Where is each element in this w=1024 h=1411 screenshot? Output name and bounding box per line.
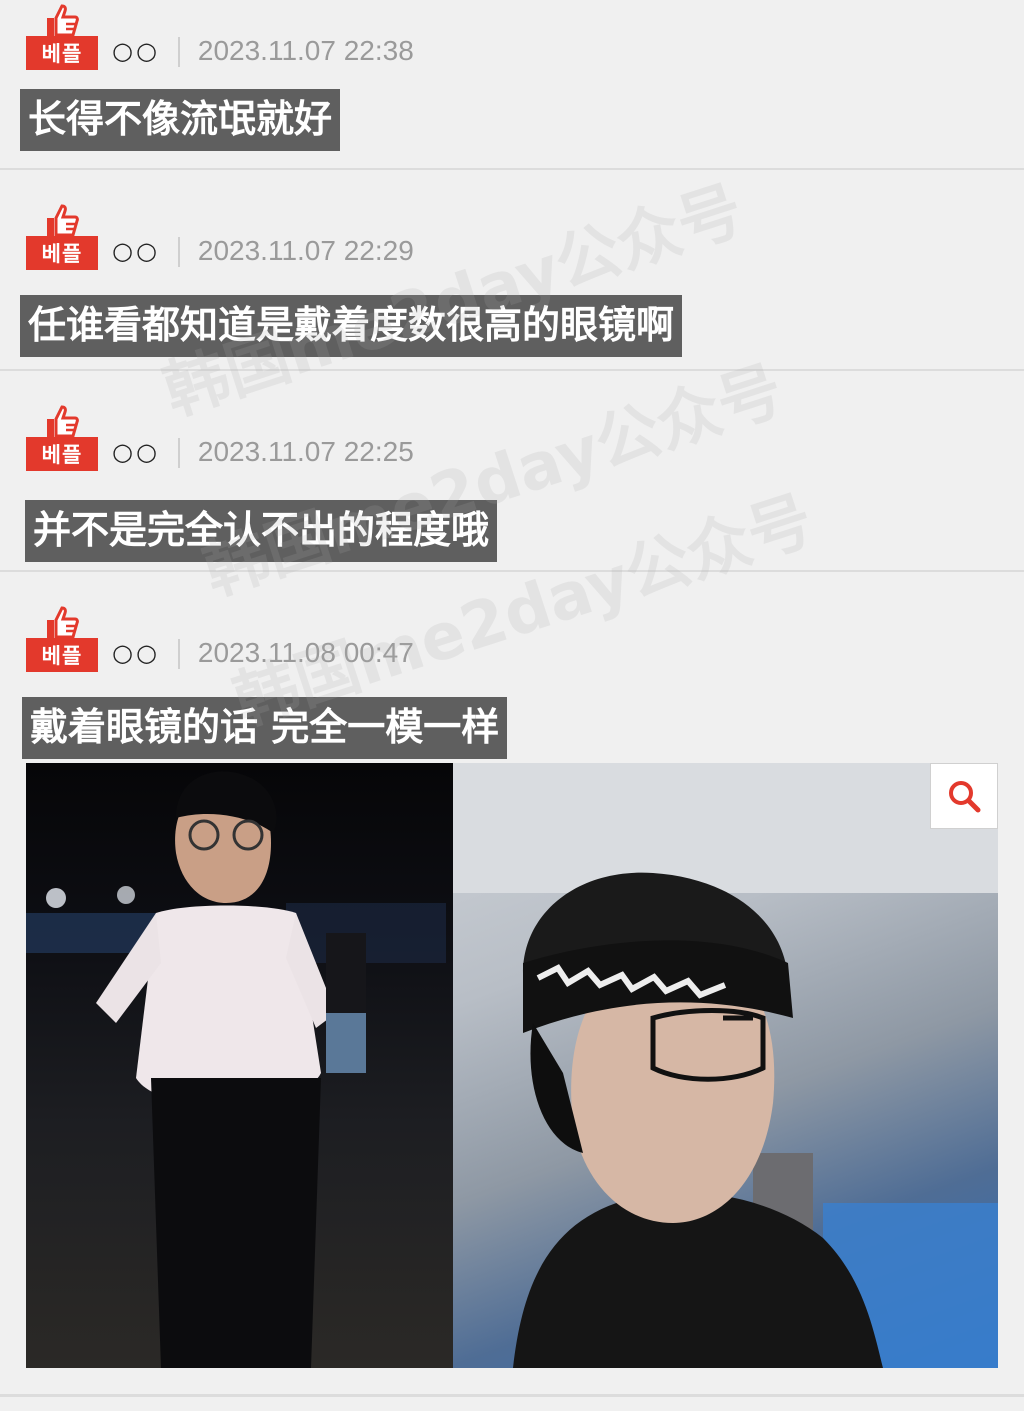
comment-text: 长得不像流氓就好 bbox=[20, 89, 341, 151]
comment-item: 베플 ○○ 2023.11.07 22:25 并不是完全认不出的程度哦 bbox=[0, 371, 1024, 572]
comment-nickname: ○○ bbox=[112, 37, 160, 65]
photo-right-panel bbox=[453, 763, 998, 1368]
comment-meta: 베플 ○○ 2023.11.08 00:47 bbox=[26, 606, 414, 672]
comment-nickname: ○○ bbox=[112, 237, 160, 265]
comment-meta: 베플 ○○ 2023.11.07 22:29 bbox=[26, 204, 414, 270]
comment-item: 베플 ○○ 2023.11.08 00:47 戴着眼镜的话 完全一模一样 bbox=[0, 572, 1024, 1397]
photo-left-panel bbox=[26, 763, 453, 1368]
meta-divider bbox=[177, 37, 180, 67]
comment-timestamp: 2023.11.07 22:38 bbox=[197, 35, 414, 66]
meta-divider bbox=[177, 639, 180, 669]
comment-text: 戴着眼镜的话 完全一模一样 bbox=[22, 697, 508, 759]
comment-item: 베플 ○○ 2023.11.07 22:38 长得不像流氓就好 bbox=[0, 0, 1024, 170]
feed-divider bbox=[0, 1394, 1024, 1397]
comment-item: 베플 ○○ 2023.11.07 22:29 任谁看都知道是戴着度数很高的眼镜啊 bbox=[0, 170, 1024, 371]
meta-divider bbox=[177, 438, 180, 468]
thumbs-up-icon bbox=[47, 405, 79, 438]
zoom-button[interactable] bbox=[930, 763, 998, 829]
best-comment-badge: 베플 bbox=[26, 4, 98, 70]
comment-meta: 베플 ○○ 2023.11.07 22:38 bbox=[26, 4, 414, 70]
person-night-figure bbox=[26, 771, 446, 1368]
best-comment-label: 베플 bbox=[26, 638, 98, 672]
comment-nickname: ○○ bbox=[112, 639, 160, 667]
comment-meta: 베플 ○○ 2023.11.07 22:25 bbox=[26, 405, 414, 471]
comment-text: 任谁看都知道是戴着度数很高的眼镜啊 bbox=[20, 295, 683, 357]
meta-divider bbox=[177, 237, 180, 267]
best-comment-label: 베플 bbox=[26, 36, 98, 70]
comment-timestamp: 2023.11.07 22:29 bbox=[197, 235, 414, 266]
comment-text: 并不是完全认不出的程度哦 bbox=[25, 500, 498, 562]
thumbs-up-icon bbox=[47, 606, 79, 639]
comment-timestamp: 2023.11.08 00:47 bbox=[197, 637, 414, 668]
comment-feed: 베플 ○○ 2023.11.07 22:38 长得不像流氓就好 베플 ○○ 20… bbox=[0, 0, 1024, 1411]
person-airport-figure bbox=[453, 763, 998, 1368]
best-comment-badge: 베플 bbox=[26, 204, 98, 270]
thumbs-up-icon bbox=[47, 4, 79, 37]
comparison-photo[interactable] bbox=[26, 763, 998, 1368]
best-comment-badge: 베플 bbox=[26, 405, 98, 471]
thumbs-up-icon bbox=[47, 204, 79, 237]
magnifier-icon bbox=[949, 781, 981, 813]
comment-nickname: ○○ bbox=[112, 438, 160, 466]
best-comment-label: 베플 bbox=[26, 236, 98, 270]
best-comment-label: 베플 bbox=[26, 437, 98, 471]
best-comment-badge: 베플 bbox=[26, 606, 98, 672]
comment-timestamp: 2023.11.07 22:25 bbox=[197, 436, 414, 467]
